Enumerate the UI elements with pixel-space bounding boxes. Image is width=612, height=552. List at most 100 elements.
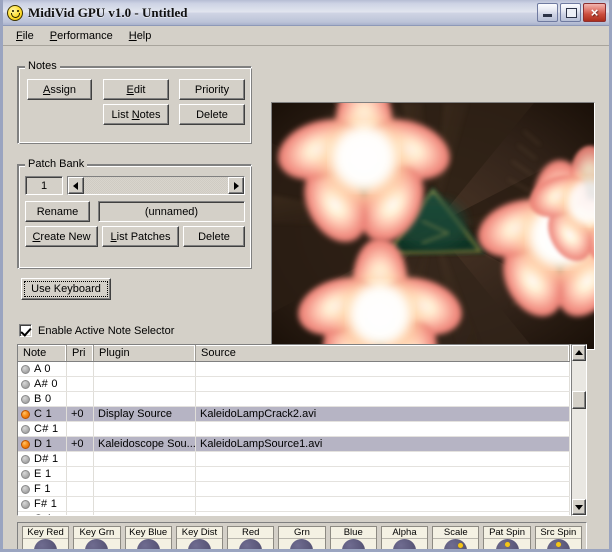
delete-note-button[interactable]: Delete <box>179 104 245 125</box>
patch-bank-scroll-track[interactable] <box>84 177 228 194</box>
note-inactive-led-icon[interactable] <box>21 424 30 434</box>
note-inactive-led-icon[interactable] <box>21 394 30 404</box>
knob-dial[interactable] <box>392 539 416 549</box>
note-inactive-led-icon[interactable] <box>21 469 30 479</box>
priority-button[interactable]: Priority <box>179 79 245 100</box>
knob-dial[interactable] <box>34 539 58 549</box>
scroll-track[interactable] <box>572 361 586 499</box>
source-cell <box>196 482 570 496</box>
note-list-scrollbar[interactable] <box>571 344 587 516</box>
column-header-note[interactable]: Note <box>18 345 67 361</box>
note-list[interactable]: Note Pri Plugin Source A 0 A# 0B 0 C 1 +0 Di… <box>17 344 571 516</box>
note-inactive-led-icon[interactable] <box>21 514 30 515</box>
table-row[interactable]: C# 1 <box>18 422 570 437</box>
table-row[interactable]: D 1 +0 Kaleidoscope Sou... KaleidoLampSourc… <box>18 437 570 452</box>
table-row[interactable]: D# 1 <box>18 452 570 467</box>
table-row[interactable]: F# 1 <box>18 497 570 512</box>
note-inactive-led-icon[interactable] <box>21 499 30 509</box>
source-cell <box>196 422 570 436</box>
menu-performance[interactable]: Performance <box>43 28 122 44</box>
list-patches-button[interactable]: List Patches <box>102 226 179 247</box>
knob-dial[interactable] <box>136 539 160 549</box>
minimize-button[interactable] <box>537 3 558 22</box>
knob-dial[interactable] <box>495 539 519 549</box>
blue-knob[interactable]: Blue255 <box>329 526 377 549</box>
list-notes-button[interactable]: List Notes <box>103 104 169 125</box>
knob-dial-wrap <box>484 539 529 549</box>
red-knob[interactable]: Red255 <box>227 526 275 549</box>
key-blue-knob[interactable]: Key Blue0 <box>124 526 172 549</box>
note-inactive-led-icon[interactable] <box>21 379 30 389</box>
pri-cell <box>67 422 94 436</box>
plugin-cell <box>94 362 196 376</box>
table-row[interactable]: F 1 <box>18 482 570 497</box>
rename-button[interactable]: Rename <box>25 201 90 222</box>
alpha-knob[interactable]: Alpha255 <box>380 526 429 549</box>
key-grn-knob[interactable]: Key Grn0 <box>73 526 121 549</box>
note-inactive-led-icon[interactable] <box>21 454 30 464</box>
note-cell: B 0 <box>18 392 67 406</box>
knob-dial[interactable] <box>341 539 365 549</box>
knob-dial[interactable] <box>187 539 211 549</box>
knob-dial[interactable] <box>546 539 570 549</box>
table-row[interactable]: A# 0 <box>18 377 570 392</box>
table-row[interactable]: B 0 <box>18 392 570 407</box>
bank-number-field[interactable]: 1 <box>25 176 63 195</box>
delete-patch-button[interactable]: Delete <box>183 226 245 247</box>
table-row[interactable]: G 1 <box>18 512 570 515</box>
knob-dial-wrap <box>177 539 222 549</box>
create-new-button[interactable]: Create New <box>25 226 98 247</box>
note-inactive-led-icon[interactable] <box>21 484 30 494</box>
scroll-up-button[interactable] <box>572 345 586 361</box>
knob-dial[interactable] <box>290 539 314 549</box>
maximize-button[interactable] <box>560 3 581 22</box>
column-header-pri[interactable]: Pri <box>67 345 94 361</box>
plugin-cell: Display Source <box>94 407 196 421</box>
scroll-thumb[interactable] <box>572 391 586 409</box>
menu-bar: File Performance Help <box>3 26 609 46</box>
knob-dial[interactable] <box>85 539 109 549</box>
knob-label: Key Grn <box>74 527 120 539</box>
note-name: B 0 <box>34 393 52 405</box>
close-button[interactable]: × <box>583 3 606 22</box>
chevron-down-icon <box>575 505 583 510</box>
note-inactive-led-icon[interactable] <box>21 364 30 374</box>
grn-knob[interactable]: Grn255 <box>278 526 326 549</box>
knob-dial[interactable] <box>444 539 468 549</box>
src-spin-knob[interactable]: Src Spin0 <box>534 526 582 549</box>
video-preview[interactable] <box>271 102 595 350</box>
knob-dial[interactable] <box>239 539 263 549</box>
column-header-plugin[interactable]: Plugin <box>94 345 196 361</box>
use-keyboard-button[interactable]: Use Keyboard <box>21 278 111 300</box>
plugin-cell <box>94 422 196 436</box>
note-active-led-icon[interactable] <box>21 409 30 419</box>
pri-cell <box>67 452 94 466</box>
enable-active-note-selector-row[interactable]: Enable Active Note Selector <box>19 324 174 337</box>
table-row[interactable]: E 1 <box>18 467 570 482</box>
enable-active-note-selector-checkbox[interactable] <box>19 324 32 337</box>
knob-dial-wrap <box>382 539 427 549</box>
chevron-right-icon <box>234 181 239 190</box>
edit-button[interactable]: Edit <box>103 79 169 100</box>
patch-bank-scrollbar[interactable] <box>67 176 245 195</box>
knob-label: Src Spin <box>535 527 581 539</box>
patch-bank-scroll-left-button[interactable] <box>68 177 84 194</box>
note-active-led-icon[interactable] <box>21 439 30 449</box>
menu-file[interactable]: File <box>9 28 43 44</box>
table-row[interactable]: A 0 <box>18 362 570 377</box>
scroll-down-button[interactable] <box>572 499 586 515</box>
note-cell: C# 1 <box>18 422 67 436</box>
key-dist-knob[interactable]: Key Dist3 <box>175 526 224 549</box>
assign-button[interactable]: Assign <box>27 79 92 100</box>
table-row[interactable]: C 1 +0 Display Source KaleidoLampCrack2.avi <box>18 407 570 422</box>
column-header-source[interactable]: Source <box>196 345 570 361</box>
menu-help[interactable]: Help <box>122 28 161 44</box>
scale-knob[interactable]: Scale400 <box>432 526 480 549</box>
patch-bank-scroll-right-button[interactable] <box>228 177 244 194</box>
source-cell <box>196 377 570 391</box>
note-cell: A 0 <box>18 362 67 376</box>
note-name: C# 1 <box>34 423 59 435</box>
key-red-knob[interactable]: Key Red0 <box>22 526 70 549</box>
pat-spin-knob[interactable]: Pat Spin0 <box>483 526 531 549</box>
pri-cell <box>67 467 94 481</box>
